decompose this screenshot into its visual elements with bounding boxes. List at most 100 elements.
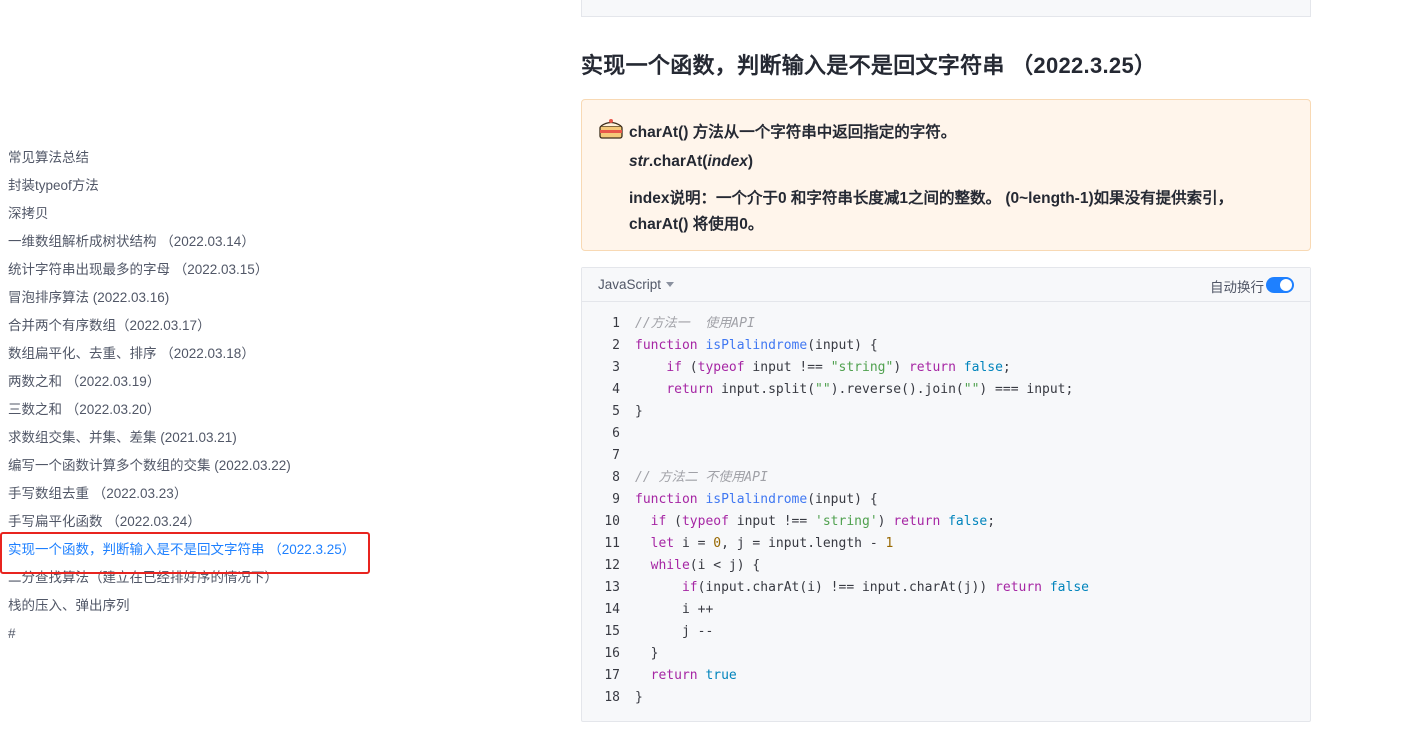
- toc-item[interactable]: 三数之和 （2022.03.20）: [0, 396, 380, 424]
- line-number: 14: [604, 602, 620, 617]
- code-token: input !==: [728, 514, 816, 529]
- line-number: 3: [612, 360, 620, 375]
- line-number: 5: [612, 404, 620, 419]
- word-wrap-toggle[interactable]: [1266, 277, 1294, 293]
- code-line: 4 return input.split("").reverse().join(…: [582, 379, 1310, 401]
- tip-text-line-1: charAt() 方法从一个字符串中返回指定的字符。: [629, 124, 957, 141]
- toc-item[interactable]: 封装typeof方法: [0, 172, 380, 200]
- code-token: ).reverse().join(: [830, 382, 964, 397]
- line-number: 11: [604, 536, 620, 551]
- line-number: 17: [604, 668, 620, 683]
- code-line: 5}: [582, 401, 1310, 423]
- toc-item[interactable]: 一维数组解析成树状结构 （2022.03.14）: [0, 228, 380, 256]
- line-number: 10: [604, 514, 620, 529]
- line-number: 7: [612, 448, 620, 463]
- code-line: 10 if (typeof input !== 'string') return…: [582, 511, 1310, 533]
- code-line: 8 // 方法二 不使用API: [582, 467, 1310, 489]
- code-block: JavaScript 自动换行 1 //方法一 使用API 2 function is…: [581, 267, 1311, 722]
- tip-text-line-4: charAt() 将使用0。: [629, 216, 764, 233]
- code-line: 18}: [582, 687, 1310, 709]
- tip-syntax-line: str.charAt(index): [629, 153, 753, 171]
- code-line: 11 let i = 0, j = input.length - 1: [582, 533, 1310, 555]
- toc-item[interactable]: 手写数组去重 （2022.03.23）: [0, 480, 380, 508]
- code-token: (: [681, 360, 698, 375]
- tip-text-line-3: index说明：一个介于0 和字符串长度减1之间的整数。 (0~length-1…: [629, 190, 1234, 207]
- line-number: 2: [612, 338, 620, 353]
- toc-item[interactable]: 实现一个函数，判断输入是不是回文字符串 （2022.3.25）: [0, 536, 380, 564]
- code-token: typeof: [697, 360, 745, 375]
- toc-item[interactable]: 合并两个有序数组（2022.03.17）: [0, 312, 380, 340]
- code-token: false: [963, 360, 1003, 375]
- code-token: function: [635, 492, 706, 507]
- table-of-contents: 常见算法总结 封装typeof方法 深拷贝 一维数组解析成树状结构 （2022.03.…: [0, 144, 380, 648]
- code-line: 14 i ++: [582, 599, 1310, 621]
- toc-item[interactable]: #: [0, 620, 380, 648]
- line-number: 15: [604, 624, 620, 639]
- syntax-method: .charAt(: [648, 153, 708, 170]
- toc-item[interactable]: 统计字符串出现最多的字母 （2022.03.15）: [0, 256, 380, 284]
- code-line: 6: [582, 423, 1310, 445]
- line-number: 9: [612, 492, 620, 507]
- code-line: 12 while(i < j) {: [582, 555, 1310, 577]
- code-token: //方法一 使用API: [635, 316, 755, 331]
- word-wrap-label: 自动换行: [1210, 280, 1264, 295]
- code-token: typeof: [681, 514, 729, 529]
- chevron-down-icon: [666, 282, 675, 287]
- toc-item[interactable]: 冒泡排序算法 (2022.03.16): [0, 284, 380, 312]
- code-token: }: [635, 646, 659, 661]
- code-token: let: [650, 536, 675, 551]
- code-line: 17 return true: [582, 665, 1310, 687]
- code-line: 13 if(input.charAt(i) !== input.charAt(j…: [582, 577, 1310, 599]
- code-token: return: [650, 668, 706, 683]
- code-token: ;: [987, 514, 996, 529]
- language-selector[interactable]: JavaScript: [598, 277, 675, 292]
- toc-item[interactable]: 栈的压入、弹出序列: [0, 592, 380, 620]
- code-token: ): [893, 360, 909, 375]
- code-token: }: [635, 690, 643, 705]
- code-line: 2 function isPlalindrome(input) {: [582, 335, 1310, 357]
- toc-item[interactable]: 两数之和 （2022.03.19）: [0, 368, 380, 396]
- code-line: 7: [582, 445, 1310, 467]
- code-token: if: [681, 580, 698, 595]
- code-line: 1 //方法一 使用API: [582, 313, 1310, 335]
- syntax-object: str: [629, 153, 649, 170]
- code-token: }: [635, 404, 643, 419]
- toc-item[interactable]: 深拷贝: [0, 200, 380, 228]
- code-content: 1//方法一 使用API 2 function isPlalindrome(inpu…: [582, 313, 1310, 709]
- code-line: 15 j --: [582, 621, 1310, 643]
- code-line: 9 function isPlalindrome(input) {: [582, 489, 1310, 511]
- tip-callout: charAt() 方法从一个字符串中返回指定的字符。 str.charAt(in…: [581, 99, 1311, 251]
- code-token: 0: [713, 536, 722, 551]
- code-token: return: [995, 580, 1050, 595]
- code-token: while: [650, 558, 690, 573]
- toc-item[interactable]: 手写扁平化函数 （2022.03.24）: [0, 508, 380, 536]
- cake-icon: [599, 118, 623, 139]
- toc-item[interactable]: 编写一个函数计算多个数组的交集 (2022.03.22): [0, 452, 380, 480]
- code-token: (input) {: [807, 338, 878, 353]
- toc-item[interactable]: 数组扁平化、去重、排序 （2022.03.18）: [0, 340, 380, 368]
- code-token: (input.charAt(i) !== input.charAt(j)): [697, 580, 996, 595]
- code-token: isPlalindrome: [705, 338, 808, 353]
- code-token: return: [908, 360, 964, 375]
- line-number: 16: [604, 646, 620, 661]
- code-token: function: [635, 338, 706, 353]
- previous-code-block-bottom: [581, 0, 1311, 17]
- code-token: // 方法二 不使用API: [635, 470, 768, 485]
- code-token: ) === input;: [979, 382, 1074, 397]
- code-token: (input) {: [807, 492, 878, 507]
- line-number: 18: [604, 690, 620, 705]
- code-block-header: JavaScript 自动换行: [582, 268, 1310, 302]
- line-number: 1: [612, 316, 620, 331]
- toc-item[interactable]: 求数组交集、并集、差集 (2021.03.21): [0, 424, 380, 452]
- code-token: (i < j) {: [689, 558, 761, 573]
- code-token: ): [877, 514, 894, 529]
- code-token: return: [666, 382, 714, 397]
- toc-item[interactable]: 二分查找算法（建立在已经排好序的情况下）: [0, 564, 380, 592]
- toc-item[interactable]: 常见算法总结: [0, 144, 380, 172]
- code-token: false: [1049, 580, 1089, 595]
